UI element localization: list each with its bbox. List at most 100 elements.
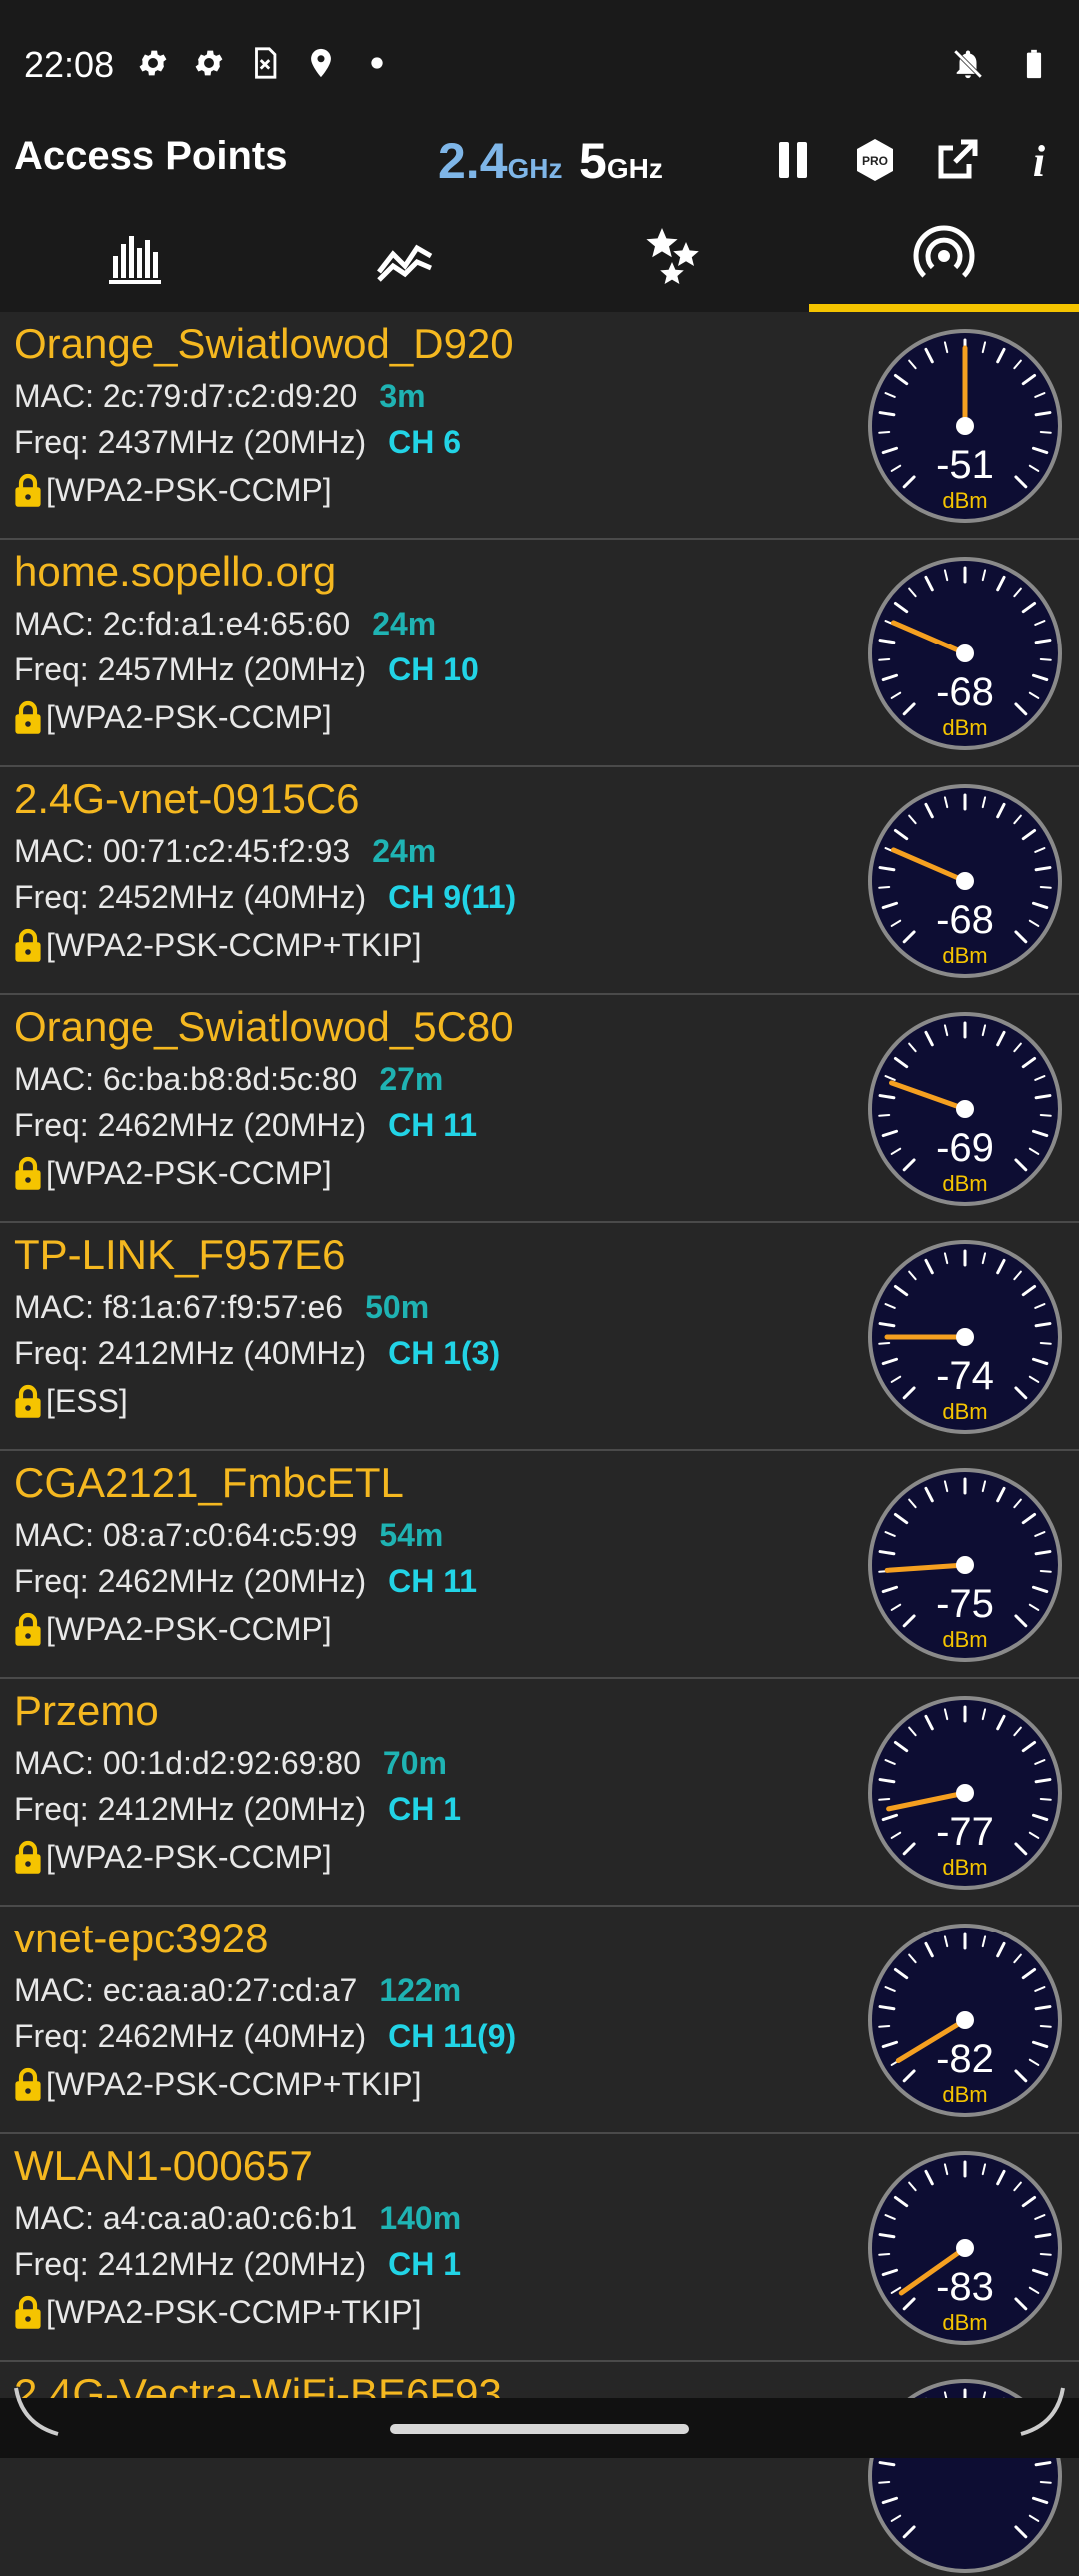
pause-icon[interactable] [769,136,817,184]
lock-icon [15,1840,41,1874]
security: [WPA2-PSK-CCMP] [46,1611,332,1647]
list-item[interactable]: 2.4G-vnet-0915C6 MAC: 00:71:c2:45:f2:93 2… [0,767,1079,995]
dbm-unit: dBm [942,715,987,740]
ssid: CGA2121_FmbcETL [14,1459,404,1506]
ssid: Orange_Swiatlowod_D920 [14,320,514,367]
channel: CH 11(9) [388,2018,517,2054]
tab-time-graph[interactable] [270,200,540,312]
gauge-hub [956,2239,974,2257]
lock-icon [15,928,41,962]
security: [ESS] [46,1383,128,1419]
gauge-tick [878,1341,891,1345]
security: [WPA2-PSK-CCMP+TKIP] [46,2294,422,2330]
dbm-unit: dBm [942,488,987,513]
frequency: Freq: 2437MHz (20MHz) [14,424,367,460]
pro-badge-icon[interactable]: PRO [851,136,899,184]
gauge-tick [1039,1797,1052,1801]
freq-line: Freq: 2437MHz (20MHz) CH 6 [14,424,461,461]
status-icons [136,46,394,80]
mac-address: MAC: 08:a7:c0:64:c5:99 [14,1517,358,1553]
list-item[interactable]: Orange_Swiatlowod_D920 MAC: 2c:79:d7:c2:… [0,312,1079,540]
gauge-hub [956,2011,974,2029]
home-gesture-handle[interactable] [390,2424,689,2434]
gauge-tick [1039,1113,1052,1117]
distance: 122m [379,1972,462,2008]
list-item[interactable]: CGA2121_FmbcETL MAC: 08:a7:c0:64:c5:99 54… [0,1451,1079,1679]
dbm-value: -83 [936,2265,994,2309]
distance: 24m [372,833,437,869]
tab-access-points[interactable] [809,200,1079,312]
security-line: [WPA2-PSK-CCMP+TKIP] [14,2294,421,2331]
signal-gauge: -69dBm [868,1012,1062,1206]
frequency: Freq: 2412MHz (20MHz) [14,1791,367,1827]
dbm-value: -82 [936,2037,994,2081]
back-gesture-right-icon [1020,2387,1065,2436]
list-item[interactable]: WLAN1-000657 MAC: a4:ca:a0:a0:c6:b1 140m … [0,2134,1079,2362]
list-item[interactable]: vnet-epc3928 MAC: ec:aa:a0:27:cd:a7 122m … [0,1907,1079,2134]
signal-gauge: -68dBm [868,557,1062,750]
status-time: 22:08 [24,44,115,85]
lock-icon [15,473,41,507]
signal-gauge: -83dBm [868,2151,1062,2345]
security-line: [ESS] [14,1383,128,1420]
app-actions: PRO i [769,136,1063,184]
list-item[interactable]: Orange_Swiatlowod_5C80 MAC: 6c:ba:b8:8d:… [0,995,1079,1223]
gear-icon [139,50,167,76]
gauge-tick [878,1113,891,1117]
band-5-toggle[interactable]: 5GHz [579,132,663,190]
access-point-list: Orange_Swiatlowod_D920 MAC: 2c:79:d7:c2:… [0,312,1079,2573]
dbm-unit: dBm [942,1855,987,1880]
distance: 3m [379,378,426,414]
ssid: WLAN1-000657 [14,2142,313,2189]
mac-address: MAC: ec:aa:a0:27:cd:a7 [14,1972,358,2008]
tab-rating[interactable] [540,200,809,312]
info-icon[interactable]: i [1015,136,1063,184]
lock-icon [15,700,41,734]
lock-icon [15,1384,41,1418]
lock-icon [15,2295,41,2329]
frequency: Freq: 2462MHz (40MHz) [14,2018,367,2054]
bar-chart-icon [109,236,161,284]
security: [WPA2-PSK-CCMP] [46,472,332,508]
gauge-tick [878,430,891,434]
tab-channel-graph[interactable] [0,200,270,312]
freq-line: Freq: 2457MHz (20MHz) CH 10 [14,651,479,688]
share-icon[interactable] [933,136,981,184]
security-line: [WPA2-PSK-CCMP] [14,1839,332,1876]
battery-icon [1026,49,1042,79]
dbm-unit: dBm [942,1171,987,1196]
ssid: Orange_Swiatlowod_5C80 [14,1003,514,1050]
gauge-hub [956,1328,974,1346]
mac-address: MAC: 6c:ba:b8:8d:5c:80 [14,1061,358,1097]
mac-address: MAC: 00:71:c2:45:f2:93 [14,833,351,869]
list-item[interactable]: Przemo MAC: 00:1d:d2:92:69:80 70m Freq: 2… [0,1679,1079,1907]
pro-badge-label: PRO [862,154,888,168]
freq-line: Freq: 2412MHz (20MHz) CH 1 [14,1791,461,1828]
sim-off-icon [255,47,277,79]
distance: 140m [379,2200,462,2236]
gauge-tick [1039,1569,1052,1573]
mac-line: MAC: f8:1a:67:f9:57:e6 50m [14,1289,429,1326]
band-24-toggle[interactable]: 2.4GHz [438,132,563,190]
freq-line: Freq: 2412MHz (20MHz) CH 1 [14,2246,461,2283]
dbm-unit: dBm [942,1399,987,1424]
channel: CH 1(3) [388,1335,501,1371]
frequency: Freq: 2462MHz (20MHz) [14,1107,367,1143]
freq-line: Freq: 2452MHz (40MHz) CH 9(11) [14,879,516,916]
band-24-unit: GHz [507,153,563,184]
signal-gauge: -74dBm [868,1240,1062,1434]
gauge-tick [1039,430,1052,434]
signal-gauge: -75dBm [868,1468,1062,1662]
stars-icon [646,228,699,284]
status-bar: 22:08 [0,0,1079,128]
gauge-hub [956,417,974,435]
security-line: [WPA2-PSK-CCMP] [14,1611,332,1648]
lock-icon [15,2067,41,2101]
signal-gauge: -82dBm [868,1924,1062,2117]
list-item[interactable]: TP-LINK_F957E6 MAC: f8:1a:67:f9:57:e6 50m… [0,1223,1079,1451]
gauge-hub [956,644,974,662]
gauge-tick [878,2024,891,2028]
band-5-number: 5 [579,133,607,189]
dbm-unit: dBm [942,2082,987,2107]
list-item[interactable]: home.sopello.org MAC: 2c:fd:a1:e4:65:60 2… [0,540,1079,767]
